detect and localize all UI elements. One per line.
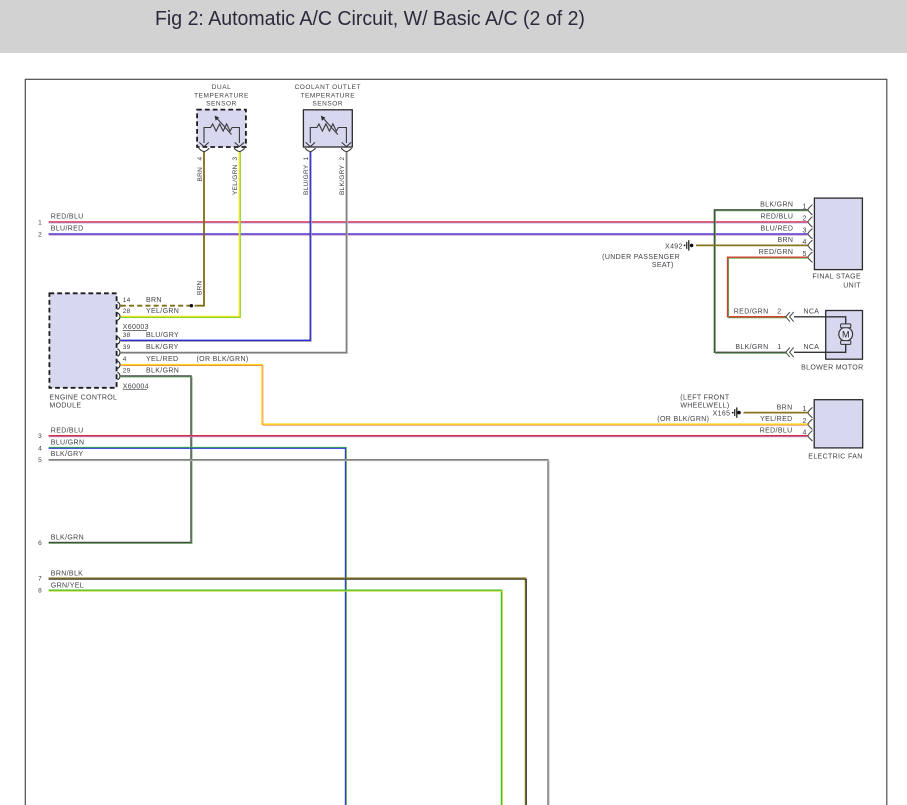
svg-text:SENSOR: SENSOR xyxy=(312,101,343,108)
svg-text:DUAL: DUAL xyxy=(212,84,232,91)
svg-text:14: 14 xyxy=(123,297,131,304)
svg-text:7: 7 xyxy=(38,576,42,583)
svg-text:RED/BLU: RED/BLU xyxy=(51,427,84,434)
svg-text:BLK/GRN: BLK/GRN xyxy=(760,202,793,209)
svg-text:X492: X492 xyxy=(665,243,683,250)
svg-text:UNIT: UNIT xyxy=(843,283,861,290)
svg-text:RED/BLU: RED/BLU xyxy=(760,428,793,435)
svg-text:4: 4 xyxy=(803,239,807,246)
svg-text:BRN/BLK: BRN/BLK xyxy=(51,571,83,578)
svg-text:YEL/GRN: YEL/GRN xyxy=(232,164,239,195)
svg-text:29: 29 xyxy=(123,368,131,375)
svg-text:3: 3 xyxy=(38,433,42,440)
svg-text:M: M xyxy=(842,330,850,340)
svg-text:RED/GRN: RED/GRN xyxy=(734,309,769,316)
svg-text:4: 4 xyxy=(197,157,204,161)
svg-text:GRN/YEL: GRN/YEL xyxy=(51,583,84,590)
svg-text:5: 5 xyxy=(803,251,807,258)
svg-text:ENGINE CONTROL: ENGINE CONTROL xyxy=(49,395,117,402)
svg-text:TEMPERATURE: TEMPERATURE xyxy=(194,92,249,99)
svg-text:BLK/GRN: BLK/GRN xyxy=(735,344,768,351)
svg-text:4: 4 xyxy=(803,429,807,436)
svg-text:3: 3 xyxy=(803,227,807,234)
svg-text:39: 39 xyxy=(123,344,131,351)
svg-text:1: 1 xyxy=(803,406,807,413)
svg-text:1: 1 xyxy=(303,157,310,161)
svg-text:28: 28 xyxy=(123,308,131,315)
svg-text:1: 1 xyxy=(803,203,807,210)
svg-text:(OR BLK/GRN): (OR BLK/GRN) xyxy=(657,416,709,423)
svg-text:X165: X165 xyxy=(713,410,731,417)
svg-text:2: 2 xyxy=(339,157,346,161)
svg-text:BLK/GRY: BLK/GRY xyxy=(146,344,179,351)
svg-text:X60004: X60004 xyxy=(123,383,149,390)
svg-text:WHEELWELL): WHEELWELL) xyxy=(680,403,729,410)
svg-text:4: 4 xyxy=(38,446,42,453)
svg-text:(UNDER PASSENGER: (UNDER PASSENGER xyxy=(602,254,680,261)
svg-text:2: 2 xyxy=(38,232,42,239)
svg-text:NCA: NCA xyxy=(804,344,820,351)
svg-text:1: 1 xyxy=(38,220,42,227)
svg-text:BRN: BRN xyxy=(197,167,204,182)
svg-text:BLK/GRN: BLK/GRN xyxy=(51,534,84,541)
svg-text:YEL/RED: YEL/RED xyxy=(760,416,792,423)
svg-text:TEMPERATURE: TEMPERATURE xyxy=(300,92,355,99)
svg-text:YEL/GRN: YEL/GRN xyxy=(146,308,179,315)
svg-text:2: 2 xyxy=(777,309,781,316)
svg-text:4: 4 xyxy=(123,356,127,363)
svg-text:(LEFT FRONT: (LEFT FRONT xyxy=(680,395,730,402)
svg-text:1: 1 xyxy=(777,344,781,351)
svg-text:(OR BLK/GRN): (OR BLK/GRN) xyxy=(197,356,249,363)
svg-text:BRN: BRN xyxy=(146,297,162,304)
svg-text:BLOWER MOTOR: BLOWER MOTOR xyxy=(801,364,863,371)
svg-text:BLK/GRN: BLK/GRN xyxy=(146,368,179,375)
svg-text:SENSOR: SENSOR xyxy=(206,101,237,108)
svg-text:BLU/GRY: BLU/GRY xyxy=(303,164,310,195)
svg-text:BLU/RED: BLU/RED xyxy=(51,226,84,233)
svg-text:MODULE: MODULE xyxy=(49,402,81,409)
svg-text:RED/BLU: RED/BLU xyxy=(51,214,84,221)
svg-text:RED/GRN: RED/GRN xyxy=(759,249,794,256)
svg-text:X60003: X60003 xyxy=(123,324,149,331)
svg-text:BRN: BRN xyxy=(777,405,793,412)
svg-text:BLU/RED: BLU/RED xyxy=(761,226,794,233)
svg-text:BLU/GRN: BLU/GRN xyxy=(51,440,85,447)
svg-text:ELECTRIC FAN: ELECTRIC FAN xyxy=(808,454,862,461)
svg-text:RED/BLU: RED/BLU xyxy=(761,214,794,221)
svg-text:SEAT): SEAT) xyxy=(652,262,674,269)
svg-text:NCA: NCA xyxy=(804,309,820,316)
svg-text:BRN: BRN xyxy=(196,280,203,295)
svg-text:2: 2 xyxy=(803,418,807,425)
svg-text:BLK/GRY: BLK/GRY xyxy=(51,451,84,458)
svg-text:2: 2 xyxy=(803,216,807,223)
svg-text:38: 38 xyxy=(123,332,131,339)
svg-text:5: 5 xyxy=(38,457,42,464)
svg-text:BLK/GRY: BLK/GRY xyxy=(339,164,346,195)
svg-text:8: 8 xyxy=(38,588,42,595)
svg-text:COOLANT OUTLET: COOLANT OUTLET xyxy=(295,84,361,91)
svg-text:BRN: BRN xyxy=(777,237,793,244)
svg-text:6: 6 xyxy=(38,540,42,547)
svg-text:BLU/GRY: BLU/GRY xyxy=(146,332,179,339)
svg-text:3: 3 xyxy=(232,157,239,161)
svg-text:FINAL STAGE: FINAL STAGE xyxy=(812,273,861,280)
svg-text:YEL/RED: YEL/RED xyxy=(146,356,178,363)
